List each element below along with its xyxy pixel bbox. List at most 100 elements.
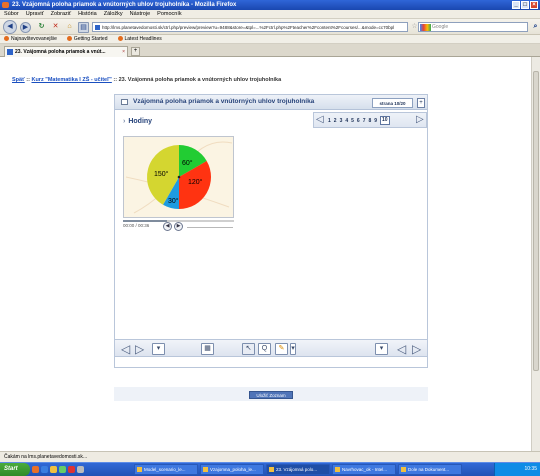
highlighter-icon[interactable]: ✎ <box>275 343 288 355</box>
bookmark-latest-headlines[interactable]: Latest Headlines <box>118 35 162 43</box>
back-arrow-icon[interactable]: ◀ <box>3 20 17 34</box>
page-link[interactable]: 5 <box>351 118 354 125</box>
clock-animation[interactable]: 60° 120° 30° 150° <box>123 136 234 218</box>
play-icon[interactable]: ▶ <box>174 222 183 231</box>
url-bar[interactable]: http://lms.planetavedomosti.sk/ctrl.php/… <box>92 22 408 32</box>
taskbar-item[interactable]: Model_scenario_le... <box>134 464 198 475</box>
windows-taskbar: Start Model_scenario_le... Vzajomna_polo… <box>0 462 540 476</box>
status-text: Čakám na lms.planetavedomosti.sk... <box>4 454 88 460</box>
page-link[interactable]: 1 <box>328 118 331 125</box>
forward-arrow-icon[interactable]: ▶ <box>20 22 31 33</box>
panel-dropdown-icon[interactable]: ▾ <box>375 343 388 355</box>
save-list-button[interactable]: Uložiť Zoznam <box>249 391 293 399</box>
bookmark-most-visited[interactable]: Najnavštevovanejšie <box>4 35 57 43</box>
menu-help[interactable]: Pomocník <box>157 10 181 18</box>
stop-icon[interactable]: ✕ <box>50 22 61 33</box>
prev-slide-icon[interactable]: ◁ <box>397 343 406 355</box>
book-icon <box>121 99 128 105</box>
bookmark-getting-started[interactable]: Getting Started <box>67 35 108 43</box>
breadcrumb-course-link[interactable]: Kurz "Matematika I ZŠ - učiteľ" <box>31 77 111 83</box>
pie-label-60: 60° <box>182 159 193 167</box>
rewind-icon[interactable]: ◀ <box>163 222 172 231</box>
tray-clock[interactable]: 10:35 <box>524 466 537 472</box>
folder-launch-icon[interactable] <box>50 466 57 473</box>
taskbar-item-active[interactable]: 23. Vzájomná polo... <box>266 464 330 475</box>
start-button[interactable]: Start <box>0 463 30 476</box>
menu-file[interactable]: Súbor <box>4 10 19 18</box>
app-launch-icon[interactable] <box>68 466 75 473</box>
page-numbers: 1 2 3 4 5 6 7 8 9 10 <box>328 116 390 125</box>
expand-button[interactable]: + <box>417 98 425 108</box>
firefox-launch-icon[interactable] <box>32 466 39 473</box>
page-info-icon[interactable]: ▤ <box>78 22 89 33</box>
pointer-icon[interactable]: ↖ <box>242 343 255 355</box>
next-arrow-icon[interactable]: ▷ <box>135 343 144 355</box>
next-slide-icon[interactable]: ▷ <box>412 343 421 355</box>
tab-close-icon[interactable]: × <box>122 47 125 57</box>
menu-tools[interactable]: Nástroje <box>130 10 150 18</box>
page-link[interactable]: 2 <box>334 118 337 125</box>
prev-page-icon[interactable]: ◁ <box>316 115 324 125</box>
pie-label-150: 150° <box>154 170 169 178</box>
vertical-scrollbar[interactable] <box>531 57 540 451</box>
desktop-launch-icon[interactable] <box>77 466 84 473</box>
new-tab-button[interactable]: + <box>131 47 140 56</box>
page-link[interactable]: 9 <box>374 118 377 125</box>
pie-label-30: 30° <box>168 197 179 205</box>
page-link[interactable]: 3 <box>340 118 343 125</box>
page-navigator: ◁ 1 2 3 4 5 6 7 8 9 10 ▷ <box>313 112 427 128</box>
reload-icon[interactable]: ↻ <box>36 22 47 33</box>
maximize-button[interactable]: □ <box>521 1 529 9</box>
menu-view[interactable]: Zobraziť <box>51 10 71 18</box>
tab-strip: 23. Vzájomná poloha priamok a vnút... × … <box>0 44 540 57</box>
scrollbar-thumb[interactable] <box>533 71 539 371</box>
tab-lesson[interactable]: 23. Vzájomná poloha priamok a vnút... × <box>4 46 128 57</box>
volume-slider[interactable] <box>187 227 233 228</box>
taskbar-tasks: Model_scenario_le... Vzajomna_poloha_le.… <box>134 464 462 475</box>
lesson-header: Vzájomná poloha priamok a vnútorných uhl… <box>115 95 427 110</box>
calculator-icon[interactable]: ▦ <box>201 343 214 355</box>
page-link[interactable]: 6 <box>357 118 360 125</box>
zoom-icon[interactable]: Q <box>258 343 271 355</box>
prev-arrow-icon[interactable]: ◁ <box>121 343 130 355</box>
window-title: 23. Vzájomná poloha priamok a vnútorných… <box>12 2 237 8</box>
menu-history[interactable]: História <box>78 10 97 18</box>
system-tray: 10:35 <box>494 463 540 476</box>
page-link[interactable]: 7 <box>363 118 366 125</box>
search-icon[interactable]: ⌕ <box>530 22 540 33</box>
ie-launch-icon[interactable] <box>41 466 48 473</box>
minimize-button[interactable]: _ <box>512 1 520 9</box>
menu-edit[interactable]: Upraviť <box>26 10 44 18</box>
current-page-link[interactable]: 10 <box>380 116 390 125</box>
lesson-toolbar: ◁ ▷ ▾ ▦ ↖ Q ✎ ▾ ▾ ◁ ▷ <box>115 339 427 357</box>
taskbar-item[interactable]: Navrhovac_ok - Intel... <box>332 464 396 475</box>
page-link[interactable]: 4 <box>345 118 348 125</box>
home-icon[interactable]: ⌂ <box>64 22 75 33</box>
section-heading: Hodiny <box>123 118 152 125</box>
menu-bar: Súbor Upraviť Zobraziť História Záložky … <box>0 10 540 19</box>
breadcrumb-separator: :: <box>111 77 119 83</box>
taskbar-item[interactable]: Dole na Dokument... <box>398 464 462 475</box>
page-link[interactable]: 8 <box>368 118 371 125</box>
status-bar: Čakám na lms.planetavedomosti.sk... <box>0 451 540 462</box>
page-indicator: strana 10/20 <box>372 98 413 108</box>
navigation-bar: ◀ ▶ ↻ ✕ ⌂ ▤ http://lms.planetavedomosti.… <box>0 19 540 35</box>
taskbar-item[interactable]: Vzajomna_poloha_le... <box>200 464 264 475</box>
close-window-button[interactable]: × <box>530 1 538 9</box>
clock-pie-figure: 60° 120° 30° 150° <box>125 141 233 214</box>
quick-launch <box>32 466 84 473</box>
menu-bookmarks[interactable]: Záložky <box>104 10 123 18</box>
next-page-icon[interactable]: ▷ <box>416 115 424 125</box>
firefox-icon <box>2 2 9 8</box>
menu-dropdown-icon[interactable]: ▾ <box>152 343 165 355</box>
tool-options-icon[interactable]: ▾ <box>290 343 296 355</box>
media-launch-icon[interactable] <box>59 466 66 473</box>
window-titlebar: 23. Vzájomná poloha priamok a vnútorných… <box>0 0 540 10</box>
breadcrumb-current: 23. Vzájomná poloha priamok a vnútorných… <box>118 77 282 83</box>
tab-label: 23. Vzájomná poloha priamok a vnút... <box>15 49 106 55</box>
pie-label-120: 120° <box>188 178 203 186</box>
breadcrumb-back-link[interactable]: Späť <box>12 77 25 83</box>
media-player: 00:00 / 00:36 ◀ ▶ <box>123 219 234 233</box>
search-input[interactable]: Google <box>418 22 528 32</box>
search-placeholder: Google <box>432 24 449 30</box>
